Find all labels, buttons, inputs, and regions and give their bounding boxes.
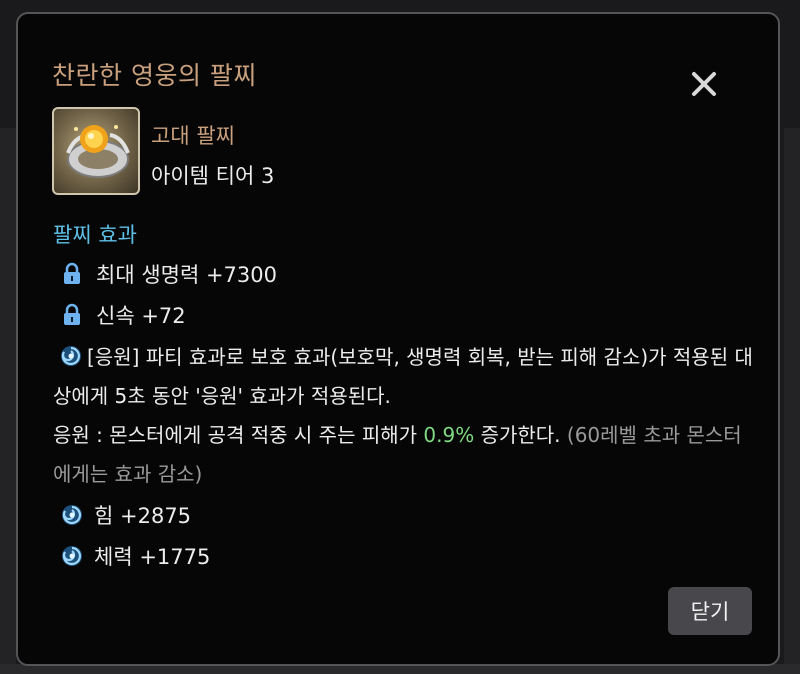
stat-row-swiftness: 신속 +72 — [60, 300, 186, 330]
effect-description: [응원] 파티 효과로 보호 효과(보호막, 생명력 회복, 받는 피해 감소)… — [53, 338, 753, 494]
stat-label: 힘 +2875 — [94, 504, 192, 528]
swirl-icon — [60, 544, 82, 568]
lock-icon — [62, 303, 84, 327]
item-tooltip-modal: 찬란한 영웅의 팔찌 고대 팔찌 아이템 티어 3 팔찌 효과 최대 생명력 +… — [16, 12, 780, 666]
swirl-icon — [60, 503, 82, 527]
stat-label: 최대 생명력 +7300 — [96, 263, 277, 287]
background-panel-right — [784, 128, 800, 674]
effect-detail-suffix: 증가한다. — [474, 423, 567, 447]
stat-label: 체력 +1775 — [94, 545, 211, 569]
close-icon[interactable] — [684, 64, 724, 104]
swirl-icon — [59, 342, 83, 366]
lock-icon — [62, 262, 84, 286]
bracelet-icon — [52, 107, 140, 195]
background-panel-left — [0, 128, 16, 674]
effect-detail-value: 0.9% — [423, 423, 475, 447]
section-title: 팔찌 효과 — [53, 223, 137, 247]
stat-label: 신속 +72 — [96, 304, 186, 328]
item-tier: 아이템 티어 3 — [151, 164, 275, 188]
item-name: 찬란한 영웅의 팔찌 — [52, 61, 257, 90]
effect-detail-prefix: 응원 : 몬스터에게 공격 적중 시 주는 피해가 — [53, 423, 424, 447]
effect-text: [응원] 파티 효과로 보호 효과(보호막, 생명력 회복, 받는 피해 감소)… — [53, 345, 753, 408]
stat-row-vitality: 체력 +1775 — [60, 541, 210, 571]
stat-row-max-hp: 최대 생명력 +7300 — [60, 259, 277, 289]
stat-row-strength: 힘 +2875 — [60, 500, 191, 530]
close-button[interactable]: 닫기 — [668, 587, 752, 635]
item-type: 고대 팔찌 — [151, 124, 235, 148]
